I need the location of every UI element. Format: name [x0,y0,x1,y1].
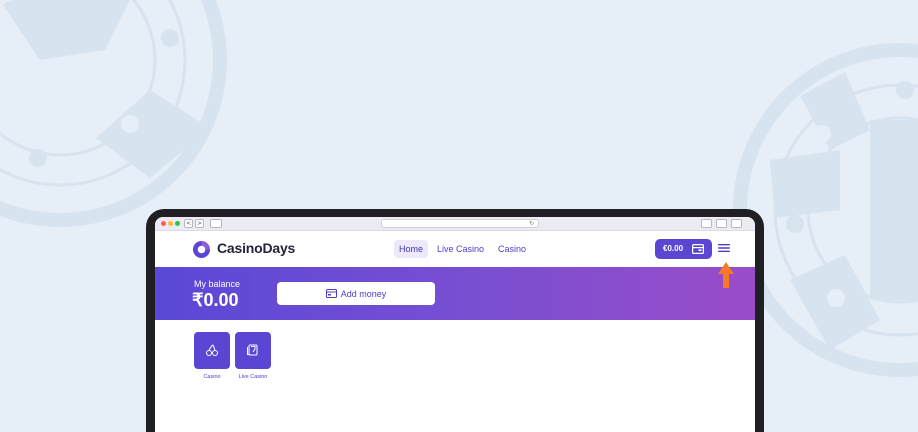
maximize-window-dot[interactable] [175,221,180,226]
browser-toolbar: < > ↻ [155,217,755,231]
nav-live-casino[interactable]: Live Casino [432,240,489,258]
category-casino-label[interactable]: Casino [192,374,232,380]
address-bar[interactable]: ↻ [381,219,539,228]
nav-home[interactable]: Home [394,240,429,258]
add-money-button[interactable]: Add money [277,282,435,305]
cards-icon [247,344,258,356]
share-icon[interactable] [701,219,712,228]
category-casino-tile[interactable] [194,332,230,369]
tutorial-stage: < > ↻ CasinoDays Home Live Casino Casino… [0,0,918,432]
downloads-icon[interactable] [731,219,742,228]
forward-button[interactable]: > [195,219,204,228]
nav-casino[interactable]: Casino [493,240,531,258]
wallet-icon [692,244,704,254]
sidebar-toggle-icon[interactable] [210,219,222,228]
casinodays-logo-icon[interactable] [192,240,211,259]
main-nav: Home Live Casino Casino [394,240,531,258]
brand-name[interactable]: CasinoDays [217,240,295,256]
browser-window: < > ↻ CasinoDays Home Live Casino Casino… [155,217,755,432]
add-money-label: Add money [340,288,387,299]
hamburger-icon[interactable] [718,242,730,254]
balance-value: ₹0.00 [192,290,239,310]
balance-banner: My balance ₹0.00 Add money [155,267,755,320]
balance-label: My balance [194,279,241,289]
balance-button[interactable]: €0.00 [655,239,712,259]
category-live-casino-tile[interactable] [235,332,271,369]
category-live-casino-label[interactable]: Live Casino [233,374,273,380]
wallet-icon [325,289,337,298]
balance-amount: €0.00 [663,244,684,253]
close-window-dot[interactable] [161,221,166,226]
site-header: CasinoDays Home Live Casino Casino €0.00 [155,231,755,267]
arrow-up-icon [718,262,734,288]
laptop-frame: < > ↻ CasinoDays Home Live Casino Casino… [146,209,764,432]
reload-icon[interactable]: ↻ [529,220,534,227]
cherries-icon [206,344,218,356]
new-tab-icon[interactable] [716,219,727,228]
back-button[interactable]: < [184,219,193,228]
minimize-window-dot[interactable] [168,221,173,226]
